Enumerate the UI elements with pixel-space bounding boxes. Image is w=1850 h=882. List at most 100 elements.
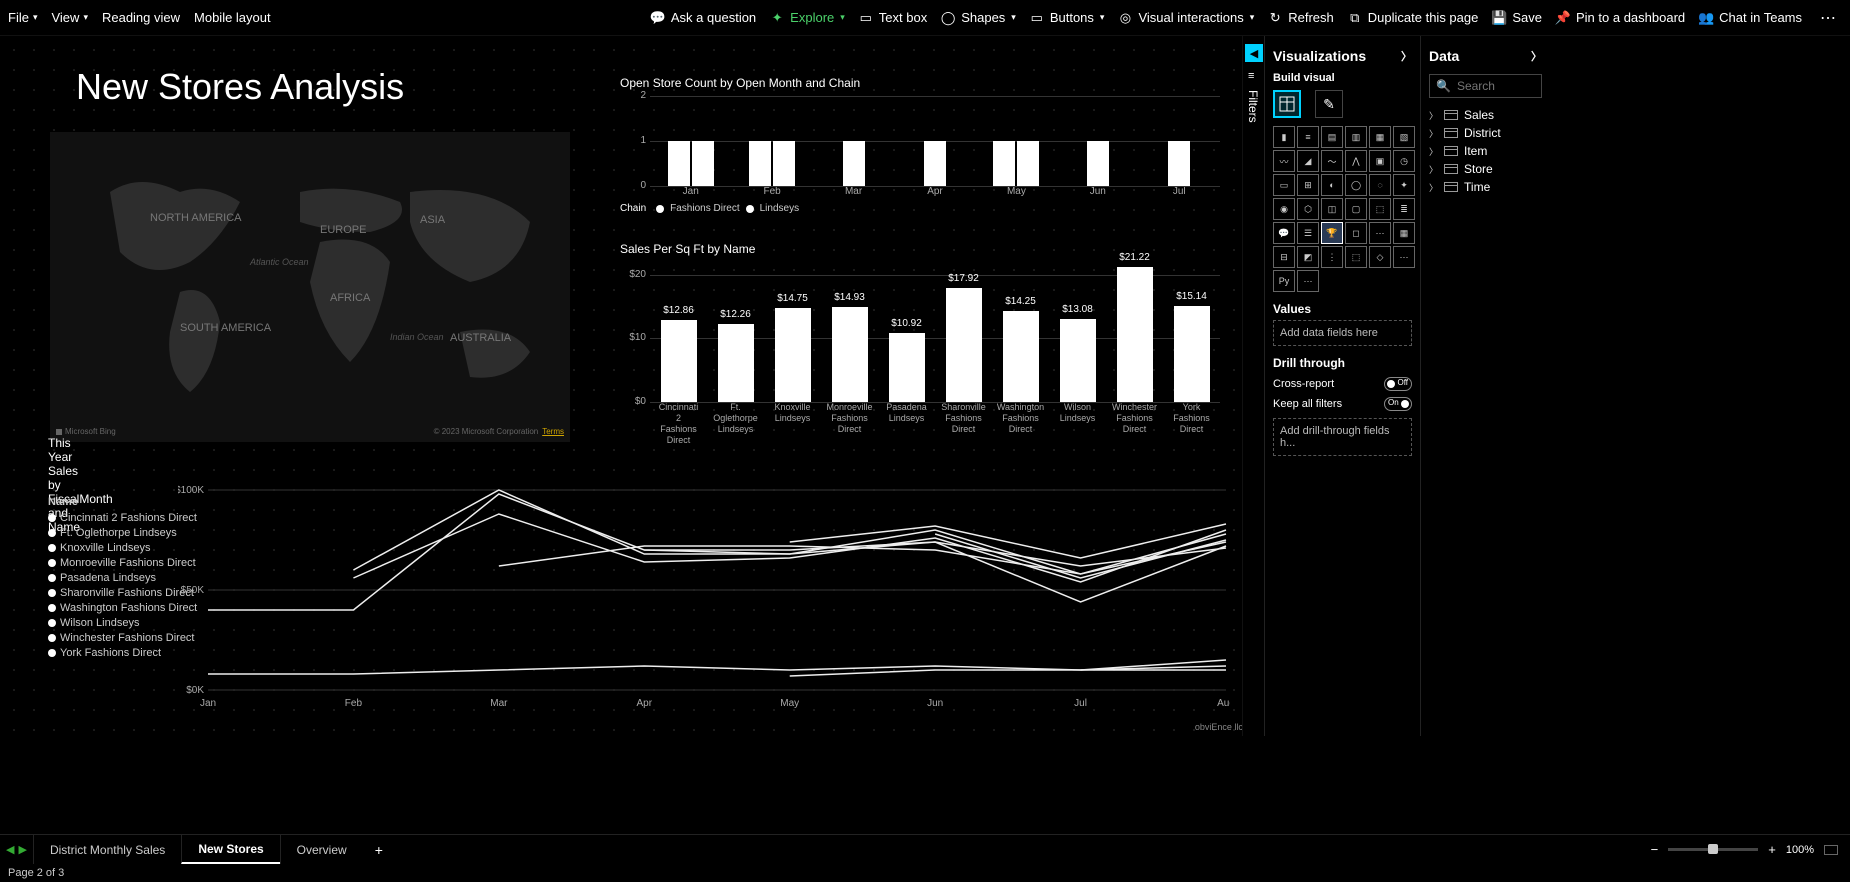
- duplicate-page-button[interactable]: ⧉Duplicate this page: [1348, 10, 1479, 25]
- page-tab-new-stores[interactable]: New Stores: [181, 835, 279, 864]
- legend-item[interactable]: Washington Fashions Direct: [48, 602, 197, 614]
- cross-report-toggle[interactable]: Off: [1384, 377, 1412, 391]
- viz-type-button[interactable]: Py: [1273, 270, 1295, 292]
- viz-type-button[interactable]: ⊞: [1297, 174, 1319, 196]
- explore-menu[interactable]: ✦Explore▾: [770, 10, 845, 25]
- bar[interactable]: [1174, 306, 1210, 402]
- bar[interactable]: [668, 141, 690, 186]
- mobile-layout-button[interactable]: Mobile layout: [194, 10, 271, 25]
- bar[interactable]: [692, 141, 714, 186]
- bar[interactable]: [1087, 141, 1109, 186]
- visual-interactions-menu[interactable]: ◎Visual interactions▾: [1118, 10, 1254, 25]
- drill-through-field-well[interactable]: Add drill-through fields h...: [1273, 418, 1412, 456]
- format-visual-tab[interactable]: ✎: [1315, 90, 1343, 118]
- viz-type-button[interactable]: ◻: [1345, 222, 1367, 244]
- legend-item[interactable]: Winchester Fashions Direct: [48, 632, 197, 644]
- viz-type-button[interactable]: ▧: [1393, 126, 1415, 148]
- viz-type-button[interactable]: ⬚: [1345, 246, 1367, 268]
- buttons-menu[interactable]: ▭Buttons▾: [1030, 10, 1105, 25]
- line-series[interactable]: [208, 494, 1226, 610]
- bar[interactable]: [946, 288, 982, 402]
- viz-type-button[interactable]: ⋯: [1297, 270, 1319, 292]
- data-table-node[interactable]: 〉Time: [1429, 178, 1542, 196]
- viz-type-button[interactable]: 〰: [1273, 150, 1295, 172]
- viz-type-button[interactable]: ◯: [1345, 174, 1367, 196]
- viz-type-button[interactable]: ⋮: [1321, 246, 1343, 268]
- line-series[interactable]: [208, 666, 1226, 674]
- bar[interactable]: [843, 141, 865, 186]
- zoom-slider[interactable]: [1668, 848, 1758, 851]
- legend-item[interactable]: Pasadena Lindseys: [48, 572, 197, 584]
- reading-view-button[interactable]: Reading view: [102, 10, 180, 25]
- legend-item[interactable]: York Fashions Direct: [48, 647, 197, 659]
- viz-type-button[interactable]: ⬚: [1369, 198, 1391, 220]
- sales-per-sqft-chart[interactable]: Sales Per Sq Ft by Name $0$10$20$12.86$1…: [620, 242, 1220, 446]
- bar[interactable]: [832, 307, 868, 402]
- shapes-menu[interactable]: ◯Shapes▾: [941, 10, 1016, 25]
- save-button[interactable]: 💾Save: [1492, 10, 1542, 25]
- text-box-button[interactable]: ▭Text box: [859, 10, 927, 25]
- viz-type-button[interactable]: ▣: [1369, 150, 1391, 172]
- viz-type-button[interactable]: ⊟: [1273, 246, 1295, 268]
- page-tab-overview[interactable]: Overview: [280, 835, 363, 864]
- add-page-button[interactable]: +: [363, 842, 395, 858]
- legend-item[interactable]: Monroeville Fashions Direct: [48, 557, 197, 569]
- prev-page-button[interactable]: ◀: [6, 843, 14, 856]
- line-series[interactable]: [353, 514, 1226, 582]
- values-field-well[interactable]: Add data fields here: [1273, 320, 1412, 346]
- search-field[interactable]: 🔍: [1429, 74, 1542, 98]
- filters-label[interactable]: Filters: [1246, 90, 1260, 123]
- expand-filters-button[interactable]: ◀: [1245, 44, 1263, 62]
- bar[interactable]: [1060, 319, 1096, 402]
- viz-type-button[interactable]: ▤: [1321, 126, 1343, 148]
- viz-type-button[interactable]: ▢: [1345, 198, 1367, 220]
- viz-type-button[interactable]: ◷: [1393, 150, 1415, 172]
- viz-type-button[interactable]: ▥: [1345, 126, 1367, 148]
- viz-type-button[interactable]: ◉: [1273, 198, 1295, 220]
- search-input[interactable]: [1457, 79, 1537, 93]
- viz-type-button[interactable]: ▦: [1393, 222, 1415, 244]
- bar[interactable]: [773, 141, 795, 186]
- bar[interactable]: [1017, 141, 1039, 186]
- next-page-button[interactable]: ▶: [18, 843, 26, 856]
- terms-link[interactable]: Terms: [542, 427, 564, 436]
- bar[interactable]: [1117, 267, 1153, 402]
- bar[interactable]: [718, 324, 754, 402]
- bar[interactable]: [889, 333, 925, 402]
- file-menu[interactable]: File▾: [8, 10, 37, 25]
- viz-type-button[interactable]: 〜: [1321, 150, 1343, 172]
- refresh-button[interactable]: ↻Refresh: [1268, 10, 1334, 25]
- viz-type-button[interactable]: ⋯: [1393, 246, 1415, 268]
- report-canvas[interactable]: New Stores Analysis NORTH AMERICA EUROPE…: [0, 36, 1260, 736]
- viz-type-button[interactable]: ≡: [1297, 126, 1319, 148]
- legend-item[interactable]: Knoxville Lindseys: [48, 542, 197, 554]
- viz-type-button[interactable]: ≣: [1393, 198, 1415, 220]
- viz-type-button[interactable]: ◫: [1321, 198, 1343, 220]
- this-year-sales-line-chart[interactable]: $0K$50K$100KJanFebMarAprMayJunJulAug: [178, 480, 1230, 710]
- map-visual[interactable]: NORTH AMERICA EUROPE ASIA SOUTH AMERICA …: [50, 132, 570, 442]
- more-options-button[interactable]: ⋯: [1816, 8, 1842, 28]
- fit-to-page-button[interactable]: [1824, 845, 1838, 855]
- view-menu[interactable]: View▾: [51, 10, 87, 25]
- line-series[interactable]: [644, 542, 1226, 602]
- viz-type-button[interactable]: ⬡: [1297, 198, 1319, 220]
- viz-type-button[interactable]: ⋯: [1369, 222, 1391, 244]
- keep-filters-toggle[interactable]: On: [1384, 397, 1412, 411]
- zoom-out-button[interactable]: −: [1651, 842, 1659, 857]
- legend-item[interactable]: Sharonville Fashions Direct: [48, 587, 197, 599]
- viz-type-button[interactable]: ◌: [1369, 174, 1391, 196]
- bar[interactable]: [1168, 141, 1190, 186]
- build-visual-tab[interactable]: [1273, 90, 1301, 118]
- viz-type-button[interactable]: ✦: [1393, 174, 1415, 196]
- data-table-node[interactable]: 〉Sales: [1429, 106, 1542, 124]
- viz-type-button[interactable]: ▦: [1369, 126, 1391, 148]
- viz-type-button[interactable]: ▮: [1273, 126, 1295, 148]
- viz-type-button[interactable]: 💬: [1273, 222, 1295, 244]
- legend-item[interactable]: Cincinnati 2 Fashions Direct: [48, 512, 197, 524]
- viz-type-button[interactable]: 🏆: [1321, 222, 1343, 244]
- bar[interactable]: [924, 141, 946, 186]
- collapse-data-pane-button[interactable]: 〉: [1531, 48, 1542, 64]
- legend-item[interactable]: Ft. Oglethorpe Lindseys: [48, 527, 197, 539]
- viz-type-button[interactable]: ☰: [1297, 222, 1319, 244]
- bar[interactable]: [993, 141, 1015, 186]
